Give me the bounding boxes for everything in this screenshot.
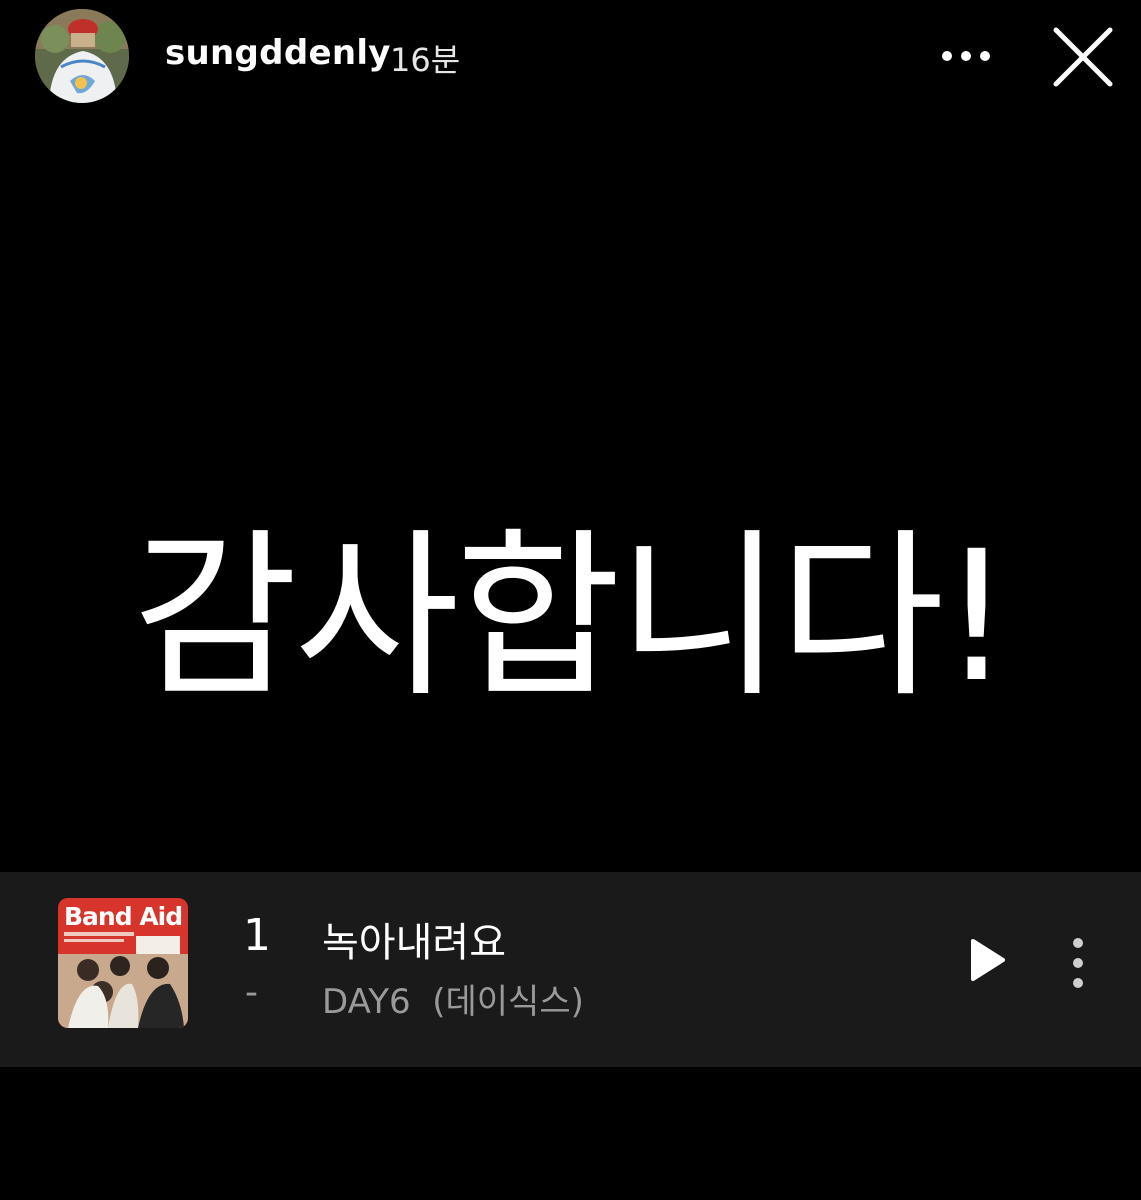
more-vertical-icon[interactable] (1068, 938, 1088, 988)
avatar-image (35, 9, 129, 103)
post-timestamp: 16분 (390, 41, 461, 79)
track-artist: DAY6 (데이식스) (322, 982, 584, 1022)
story-viewer: sungddenly 16분 감사합니다! Band Aid 1 - 녹아내려요… (0, 0, 1141, 1200)
story-text: 감사합니다! (132, 512, 1012, 722)
close-icon[interactable] (1048, 22, 1118, 92)
track-number: 1 (243, 910, 271, 961)
album-cover: Band Aid (58, 898, 188, 1028)
username[interactable]: sungddenly (165, 33, 391, 73)
dot (1073, 938, 1083, 948)
album-title-text: Band Aid (64, 902, 183, 931)
more-horizontal-icon[interactable] (938, 38, 994, 74)
profile-avatar[interactable] (35, 9, 129, 103)
dot (1073, 978, 1083, 988)
dot (980, 51, 990, 61)
dot (942, 51, 952, 61)
music-sticker[interactable]: Band Aid 1 - 녹아내려요 DAY6 (데이식스) (0, 872, 1141, 1067)
dot (1073, 958, 1083, 968)
story-header: sungddenly 16분 (0, 0, 1141, 110)
track-title: 녹아내려요 (322, 920, 506, 966)
track-dash: - (245, 972, 258, 1013)
dot (961, 51, 971, 61)
play-icon[interactable] (965, 936, 1009, 984)
